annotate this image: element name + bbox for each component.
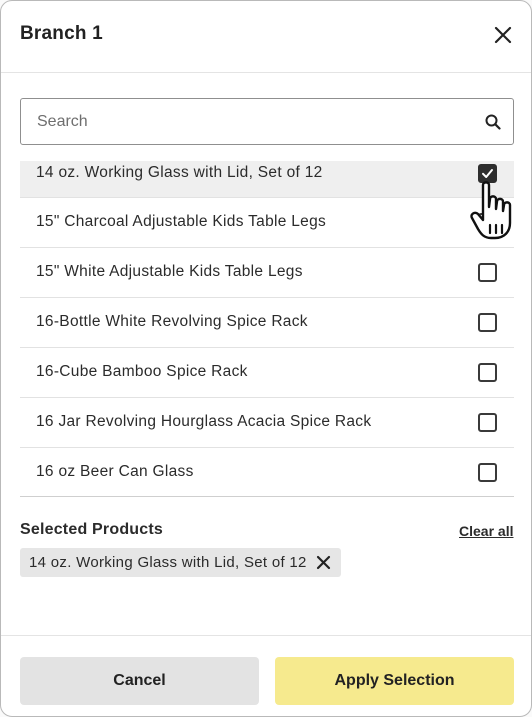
product-label: 14 oz. Working Glass with Lid, Set of 12	[36, 164, 323, 181]
product-checkbox[interactable]	[478, 463, 497, 482]
product-row[interactable]: 16-Bottle White Revolving Spice Rack	[20, 298, 514, 348]
product-label: 16-Cube Bamboo Spice Rack	[36, 363, 248, 380]
search-input[interactable]	[37, 99, 467, 144]
product-checkbox[interactable]	[478, 363, 497, 382]
selected-product-chip: 14 oz. Working Glass with Lid, Set of 12	[20, 548, 341, 577]
product-label: 15" White Adjustable Kids Table Legs	[36, 263, 303, 280]
product-selection-modal: Branch 1 14 oz. Working Glass with Lid, …	[0, 0, 532, 717]
clear-all-link[interactable]: Clear all	[459, 523, 513, 539]
product-row[interactable]: 15" White Adjustable Kids Table Legs	[20, 248, 514, 298]
product-checkbox[interactable]	[478, 413, 497, 432]
product-checkbox[interactable]	[478, 213, 497, 232]
remove-chip-icon[interactable]	[316, 555, 331, 570]
product-row[interactable]: 16 oz Beer Can Glass	[20, 448, 514, 496]
chip-label: 14 oz. Working Glass with Lid, Set of 12	[29, 554, 307, 571]
product-checkbox[interactable]	[478, 263, 497, 282]
search-box	[20, 98, 514, 145]
cancel-button[interactable]: Cancel	[20, 657, 259, 705]
product-label: 16-Bottle White Revolving Spice Rack	[36, 313, 308, 330]
product-row[interactable]: 16-Cube Bamboo Spice Rack	[20, 348, 514, 398]
selected-products-title: Selected Products	[20, 521, 164, 538]
product-label: 16 Jar Revolving Hourglass Acacia Spice …	[36, 413, 372, 430]
product-label: 15" Charcoal Adjustable Kids Table Legs	[36, 213, 327, 230]
modal-footer: Cancel Apply Selection	[1, 635, 531, 716]
product-list[interactable]: 14 oz. Working Glass with Lid, Set of 12…	[20, 161, 514, 497]
product-row[interactable]: 14 oz. Working Glass with Lid, Set of 12	[20, 161, 514, 198]
product-row[interactable]: 16 Jar Revolving Hourglass Acacia Spice …	[20, 398, 514, 448]
modal-header: Branch 1	[1, 1, 531, 73]
apply-selection-button[interactable]: Apply Selection	[275, 657, 514, 705]
modal-title: Branch 1	[20, 23, 103, 44]
product-checkbox[interactable]	[478, 313, 497, 332]
product-row[interactable]: 15" Charcoal Adjustable Kids Table Legs	[20, 198, 514, 248]
search-icon[interactable]	[484, 113, 502, 131]
product-checkbox[interactable]	[478, 164, 497, 183]
product-label: 16 oz Beer Can Glass	[36, 463, 194, 480]
close-icon[interactable]	[491, 23, 515, 47]
